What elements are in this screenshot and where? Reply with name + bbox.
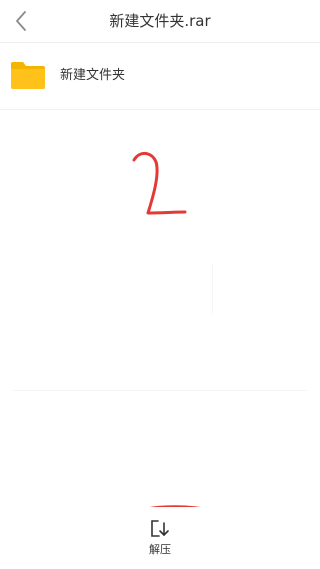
faint-divider — [12, 390, 308, 391]
page-title: 新建文件夹.rar — [109, 12, 211, 30]
folder-icon — [11, 62, 45, 89]
app-header: 新建文件夹.rar — [0, 0, 320, 43]
extract-label: 解压 — [149, 543, 171, 556]
list-item-folder[interactable]: 新建文件夹 — [0, 43, 320, 110]
faint-divider — [212, 265, 213, 315]
bottom-toolbar: 解压 — [0, 507, 320, 569]
folder-name: 新建文件夹 — [60, 68, 126, 83]
chevron-left-icon — [16, 11, 26, 31]
back-button[interactable] — [6, 5, 36, 37]
handwritten-2-mark — [132, 152, 187, 215]
extract-button[interactable]: 解压 — [130, 513, 190, 563]
archive-viewer-screen: 新建文件夹.rar 新建文件夹 解压 — [0, 0, 320, 569]
extract-icon — [151, 520, 169, 537]
